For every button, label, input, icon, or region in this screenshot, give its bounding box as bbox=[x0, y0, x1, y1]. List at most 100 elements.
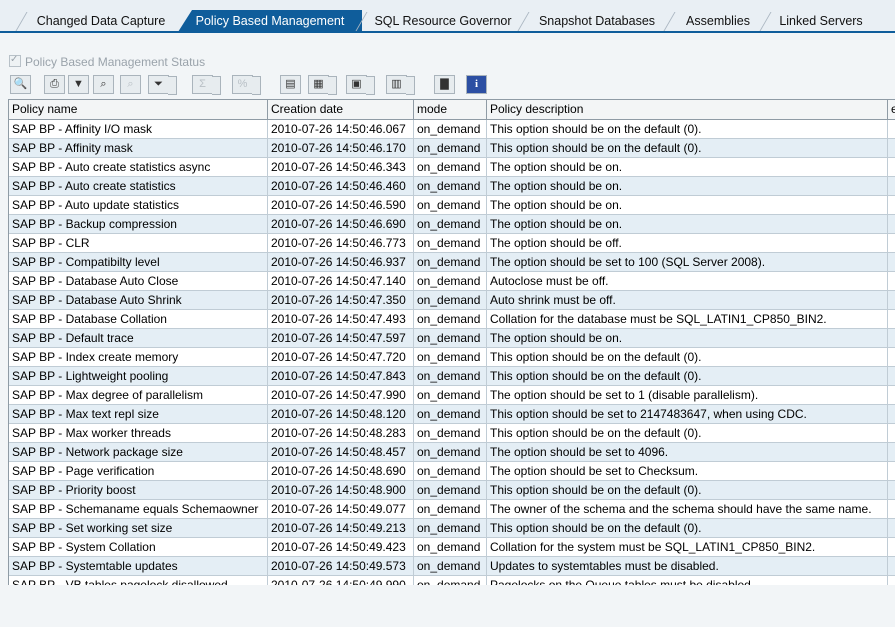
cell-creation-date: 2010-07-26 14:50:49.423 bbox=[268, 538, 414, 557]
tab-linked-servers[interactable]: Linked Servers bbox=[759, 11, 874, 31]
column-header-creation-date[interactable]: Creation date bbox=[268, 100, 414, 119]
cell-policy-name: SAP BP - Backup compression bbox=[9, 215, 268, 234]
cell-creation-date: 2010-07-26 14:50:46.460 bbox=[268, 177, 414, 196]
filter-set-icon[interactable]: ▼ bbox=[68, 75, 89, 94]
chart-icon[interactable]: ▇ bbox=[434, 75, 455, 94]
tab-assemblies[interactable]: Assemblies bbox=[663, 11, 764, 31]
cell-extra bbox=[888, 158, 895, 177]
table-row[interactable]: SAP BP - Auto create statistics 2010-07-2… bbox=[9, 177, 895, 196]
cell-policy-description: The option should be set to Checksum. bbox=[487, 462, 888, 481]
table-row[interactable]: SAP BP - Max text repl size 2010-07-26 14… bbox=[9, 405, 895, 424]
cell-extra bbox=[888, 424, 895, 443]
table-row[interactable]: SAP BP - Set working set size 2010-07-26 … bbox=[9, 519, 895, 538]
table-row[interactable]: SAP BP - Database Auto Close 2010-07-26 1… bbox=[9, 272, 895, 291]
sum-icon[interactable]: Σ bbox=[192, 75, 221, 95]
cell-policy-description: The option should be set to 100 (SQL Ser… bbox=[487, 253, 888, 272]
find-next-icon[interactable]: ⌕ bbox=[120, 75, 141, 94]
tab-policy-based-management[interactable]: Policy Based Management bbox=[178, 10, 362, 32]
table-row[interactable]: SAP BP - Affinity mask 2010-07-26 14:50:4… bbox=[9, 139, 895, 158]
cell-creation-date: 2010-07-26 14:50:48.120 bbox=[268, 405, 414, 424]
table-row[interactable]: SAP BP - Index create memory 2010-07-26 1… bbox=[9, 348, 895, 367]
table-row[interactable]: SAP BP - Priority boost 2010-07-26 14:50:… bbox=[9, 481, 895, 500]
cell-creation-date: 2010-07-26 14:50:46.343 bbox=[268, 158, 414, 177]
spreadsheet-icon[interactable]: ▣ bbox=[346, 75, 375, 95]
cell-extra bbox=[888, 557, 895, 576]
cell-policy-description: This option should be on the default (0)… bbox=[487, 139, 888, 158]
cell-mode: on_demand bbox=[414, 139, 487, 158]
table-row[interactable]: SAP BP - Database Auto Shrink 2010-07-26 … bbox=[9, 291, 895, 310]
table-row[interactable]: SAP BP - Max worker threads 2010-07-26 14… bbox=[9, 424, 895, 443]
cell-extra bbox=[888, 291, 895, 310]
cell-policy-name: SAP BP - Set working set size bbox=[9, 519, 268, 538]
table-row[interactable]: SAP BP - Max degree of parallelism 2010-0… bbox=[9, 386, 895, 405]
cell-policy-name: SAP BP - Database Collation bbox=[9, 310, 268, 329]
cell-policy-description: This option should be on the default (0)… bbox=[487, 424, 888, 443]
cell-mode: on_demand bbox=[414, 424, 487, 443]
cell-mode: on_demand bbox=[414, 310, 487, 329]
column-header-extra[interactable]: e bbox=[888, 100, 895, 119]
cell-policy-description: The option should be on. bbox=[487, 196, 888, 215]
table-row[interactable]: SAP BP - CLR 2010-07-26 14:50:46.773 on_de… bbox=[9, 234, 895, 253]
tab-bar: Changed Data Capture Policy Based Manage… bbox=[0, 0, 895, 33]
details-icon[interactable]: 🔍 bbox=[10, 75, 31, 94]
cell-policy-description: This option should be on the default (0)… bbox=[487, 120, 888, 139]
cell-mode: on_demand bbox=[414, 538, 487, 557]
column-header-mode[interactable]: mode bbox=[414, 100, 487, 119]
cell-mode: on_demand bbox=[414, 500, 487, 519]
cell-extra bbox=[888, 234, 895, 253]
find-icon[interactable]: ⌕ bbox=[93, 75, 114, 94]
cell-creation-date: 2010-07-26 14:50:48.690 bbox=[268, 462, 414, 481]
table-row[interactable]: SAP BP - Systemtable updates 2010-07-26 1… bbox=[9, 557, 895, 576]
cell-policy-name: SAP BP - CLR bbox=[9, 234, 268, 253]
table-row[interactable]: SAP BP - Page verification 2010-07-26 14:… bbox=[9, 462, 895, 481]
cell-policy-name: SAP BP - System Collation bbox=[9, 538, 268, 557]
export-icon[interactable]: ▤ bbox=[280, 75, 301, 94]
cell-mode: on_demand bbox=[414, 405, 487, 424]
table-row[interactable]: SAP BP - Auto create statistics async 201… bbox=[9, 158, 895, 177]
cell-mode: on_demand bbox=[414, 443, 487, 462]
cell-extra bbox=[888, 272, 895, 291]
cell-creation-date: 2010-07-26 14:50:46.937 bbox=[268, 253, 414, 272]
info-icon[interactable]: i bbox=[466, 75, 487, 94]
table-row[interactable]: SAP BP - Affinity I/O mask 2010-07-26 14:… bbox=[9, 120, 895, 139]
cell-extra bbox=[888, 519, 895, 538]
cell-policy-description: Updates to systemtables must be disabled… bbox=[487, 557, 888, 576]
column-header-policy-name[interactable]: Policy name bbox=[9, 100, 268, 119]
policy-status-checkbox[interactable]: Policy Based Management Status bbox=[9, 53, 205, 69]
tab-label: SQL Resource Governor bbox=[374, 14, 512, 28]
table-row[interactable]: SAP BP - Compatibilty level 2010-07-26 14… bbox=[9, 253, 895, 272]
table-row[interactable]: SAP BP - Auto update statistics 2010-07-2… bbox=[9, 196, 895, 215]
word-icon[interactable]: ▦ bbox=[308, 75, 337, 95]
table-row[interactable]: SAP BP - System Collation 2010-07-26 14:5… bbox=[9, 538, 895, 557]
cell-extra bbox=[888, 386, 895, 405]
cell-extra bbox=[888, 348, 895, 367]
print-icon[interactable]: ⎙ bbox=[44, 75, 65, 94]
tab-changed-data-capture[interactable]: Changed Data Capture bbox=[15, 11, 178, 31]
local-file-icon[interactable]: ▥ bbox=[386, 75, 415, 95]
cell-policy-description: The option should be on. bbox=[487, 215, 888, 234]
subtotal-icon[interactable]: % bbox=[232, 75, 261, 95]
cell-extra bbox=[888, 443, 895, 462]
cell-policy-name: SAP BP - Max degree of parallelism bbox=[9, 386, 268, 405]
table-row[interactable]: SAP BP - Lightweight pooling 2010-07-26 1… bbox=[9, 367, 895, 386]
cell-extra bbox=[888, 196, 895, 215]
tab-sql-resource-governor[interactable]: SQL Resource Governor bbox=[355, 11, 522, 31]
cell-policy-name: SAP BP - Index create memory bbox=[9, 348, 268, 367]
cell-policy-description: This option should be set to 2147483647,… bbox=[487, 405, 888, 424]
cell-creation-date: 2010-07-26 14:50:49.213 bbox=[268, 519, 414, 538]
cell-mode: on_demand bbox=[414, 196, 487, 215]
cell-creation-date: 2010-07-26 14:50:47.990 bbox=[268, 386, 414, 405]
table-row[interactable]: SAP BP - Schemaname equals Schemaowner 20… bbox=[9, 500, 895, 519]
cell-policy-description: Auto shrink must be off. bbox=[487, 291, 888, 310]
table-row[interactable]: SAP BP - Database Collation 2010-07-26 14… bbox=[9, 310, 895, 329]
cell-extra bbox=[888, 405, 895, 424]
table-row[interactable]: SAP BP - Network package size 2010-07-26 … bbox=[9, 443, 895, 462]
table-row[interactable]: SAP BP - Default trace 2010-07-26 14:50:4… bbox=[9, 329, 895, 348]
filter-icon[interactable]: ⏷ bbox=[148, 75, 177, 95]
cell-creation-date: 2010-07-26 14:50:46.590 bbox=[268, 196, 414, 215]
column-header-policy-description[interactable]: Policy description bbox=[487, 100, 888, 119]
cell-creation-date: 2010-07-26 14:50:49.573 bbox=[268, 557, 414, 576]
table-row[interactable]: SAP BP - Backup compression 2010-07-26 14… bbox=[9, 215, 895, 234]
tab-snapshot-databases[interactable]: Snapshot Databases bbox=[517, 11, 668, 31]
cell-policy-description: Autoclose must be off. bbox=[487, 272, 888, 291]
